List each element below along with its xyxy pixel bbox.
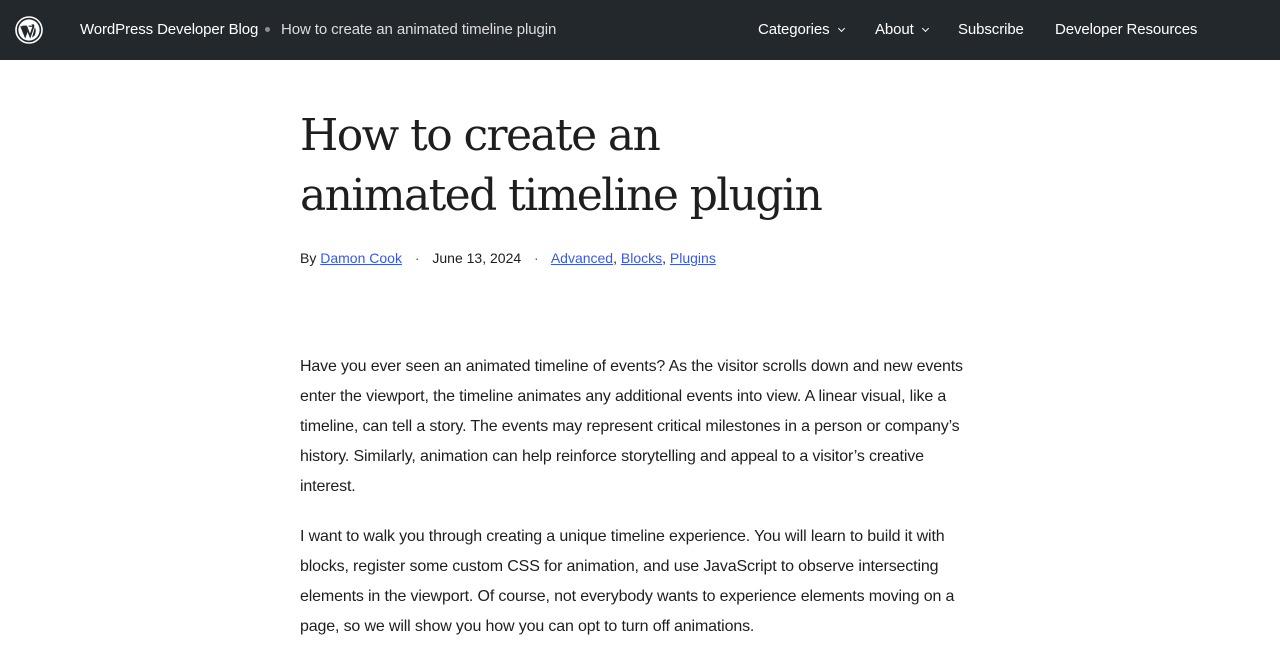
breadcrumb-current: How to create an animated timeline plugi… [281, 21, 557, 38]
meta-separator: · [534, 250, 539, 266]
author-link[interactable]: Damon Cook [320, 250, 402, 266]
post-body: Have you ever seen an animated timeline … [300, 352, 980, 662]
category-delimiter: , [613, 250, 617, 266]
site-header: WordPress Developer Blog How to create a… [0, 0, 1280, 60]
paragraph: Have you ever seen an animated timeline … [300, 358, 963, 495]
nav-subscribe[interactable]: Subscribe [958, 21, 1024, 38]
byline-label: By [300, 250, 317, 266]
category-link-plugins[interactable]: Plugins [670, 250, 716, 266]
nav-developer-resources[interactable]: Developer Resources [1055, 21, 1197, 38]
meta-separator: · [414, 250, 420, 266]
category-delimiter: , [662, 250, 667, 266]
paragraph: I want to walk you through creating a un… [300, 528, 955, 635]
nav-about[interactable]: About [875, 21, 929, 38]
post-date: June 13, 2024 [432, 250, 522, 266]
nav-categories[interactable]: Categories [758, 21, 845, 38]
bullet-dot-icon [265, 27, 270, 32]
category-link-advanced[interactable]: Advanced [551, 250, 613, 266]
category-link-blocks[interactable]: Blocks [621, 250, 662, 266]
nav-about-label: About [875, 21, 914, 38]
wordpress-logo-icon[interactable] [15, 16, 43, 44]
post-meta: By Damon Cook · June 13, 2024 · Advanced… [300, 250, 716, 266]
nav-categories-label: Categories [758, 21, 830, 38]
site-title-link[interactable]: WordPress Developer Blog [80, 21, 258, 38]
chevron-down-icon [837, 24, 845, 32]
chevron-down-icon [921, 24, 929, 32]
post-title: How to create an animated timeline plugi… [300, 110, 823, 221]
